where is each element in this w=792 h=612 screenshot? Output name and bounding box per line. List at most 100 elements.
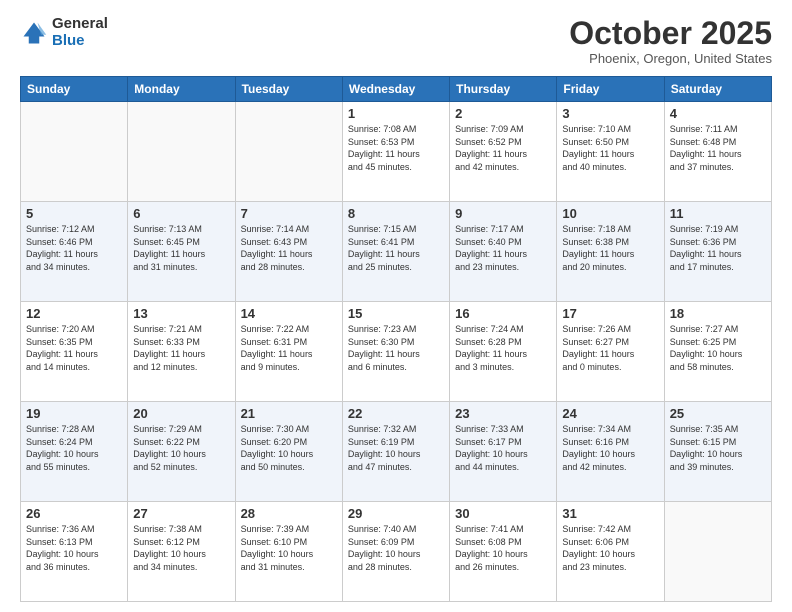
day-number: 9 (455, 206, 551, 221)
calendar-week-row: 26 Sunrise: 7:36 AM Sunset: 6:13 PM Dayli… (21, 502, 772, 602)
calendar-cell: 25 Sunrise: 7:35 AM Sunset: 6:15 PM Dayli… (664, 402, 771, 502)
calendar-cell: 12 Sunrise: 7:20 AM Sunset: 6:35 PM Dayli… (21, 302, 128, 402)
day-number: 24 (562, 406, 658, 421)
calendar-cell: 7Sunrise: 7:14 AM Sunset: 6:43 PM Daylig… (235, 202, 342, 302)
day-number: 19 (26, 406, 122, 421)
logo: General Blue (20, 16, 108, 49)
calendar-header-sunday: Sunday (21, 77, 128, 102)
day-info: Sunrise: 7:27 AM Sunset: 6:25 PM Dayligh… (670, 323, 766, 373)
calendar-cell: 24 Sunrise: 7:34 AM Sunset: 6:16 PM Dayli… (557, 402, 664, 502)
calendar-header-monday: Monday (128, 77, 235, 102)
day-number: 12 (26, 306, 122, 321)
day-number: 21 (241, 406, 337, 421)
day-info: Sunrise: 7:12 AM Sunset: 6:46 PM Dayligh… (26, 223, 122, 273)
calendar-cell: 28Sunrise: 7:39 AM Sunset: 6:10 PM Dayli… (235, 502, 342, 602)
day-info: Sunrise: 7:40 AM Sunset: 6:09 PM Dayligh… (348, 523, 444, 573)
day-info: Sunrise: 7:20 AM Sunset: 6:35 PM Dayligh… (26, 323, 122, 373)
calendar-cell: 10Sunrise: 7:18 AM Sunset: 6:38 PM Dayli… (557, 202, 664, 302)
title-block: October 2025 Phoenix, Oregon, United Sta… (569, 16, 772, 66)
day-number: 10 (562, 206, 658, 221)
day-info: Sunrise: 7:28 AM Sunset: 6:24 PM Dayligh… (26, 423, 122, 473)
calendar-cell: 2 Sunrise: 7:09 AM Sunset: 6:52 PM Daylig… (450, 102, 557, 202)
day-info: Sunrise: 7:22 AM Sunset: 6:31 PM Dayligh… (241, 323, 337, 373)
day-number: 6 (133, 206, 229, 221)
day-number: 23 (455, 406, 551, 421)
day-info: Sunrise: 7:36 AM Sunset: 6:13 PM Dayligh… (26, 523, 122, 573)
day-number: 27 (133, 506, 229, 521)
day-number: 29 (348, 506, 444, 521)
day-number: 20 (133, 406, 229, 421)
calendar-cell: 14 Sunrise: 7:22 AM Sunset: 6:31 PM Dayli… (235, 302, 342, 402)
day-number: 14 (241, 306, 337, 321)
calendar-cell (128, 102, 235, 202)
calendar-cell (235, 102, 342, 202)
month-title: October 2025 (569, 16, 772, 51)
calendar-week-row: 5 Sunrise: 7:12 AM Sunset: 6:46 PM Daylig… (21, 202, 772, 302)
day-info: Sunrise: 7:09 AM Sunset: 6:52 PM Dayligh… (455, 123, 551, 173)
calendar-cell: 31Sunrise: 7:42 AM Sunset: 6:06 PM Dayli… (557, 502, 664, 602)
calendar-cell: 30 Sunrise: 7:41 AM Sunset: 6:08 PM Dayli… (450, 502, 557, 602)
logo-text: General Blue (52, 16, 108, 49)
day-info: Sunrise: 7:08 AM Sunset: 6:53 PM Dayligh… (348, 123, 444, 173)
calendar-cell: 22Sunrise: 7:32 AM Sunset: 6:19 PM Dayli… (342, 402, 449, 502)
calendar-cell: 8 Sunrise: 7:15 AM Sunset: 6:41 PM Daylig… (342, 202, 449, 302)
calendar-cell: 23Sunrise: 7:33 AM Sunset: 6:17 PM Dayli… (450, 402, 557, 502)
day-number: 8 (348, 206, 444, 221)
calendar-cell: 16Sunrise: 7:24 AM Sunset: 6:28 PM Dayli… (450, 302, 557, 402)
day-number: 13 (133, 306, 229, 321)
day-number: 26 (26, 506, 122, 521)
day-info: Sunrise: 7:24 AM Sunset: 6:28 PM Dayligh… (455, 323, 551, 373)
calendar-cell: 29 Sunrise: 7:40 AM Sunset: 6:09 PM Dayli… (342, 502, 449, 602)
day-info: Sunrise: 7:15 AM Sunset: 6:41 PM Dayligh… (348, 223, 444, 273)
day-number: 18 (670, 306, 766, 321)
day-number: 2 (455, 106, 551, 121)
calendar-cell: 15Sunrise: 7:23 AM Sunset: 6:30 PM Dayli… (342, 302, 449, 402)
calendar-cell: 21Sunrise: 7:30 AM Sunset: 6:20 PM Dayli… (235, 402, 342, 502)
calendar-header-thursday: Thursday (450, 77, 557, 102)
day-info: Sunrise: 7:14 AM Sunset: 6:43 PM Dayligh… (241, 223, 337, 273)
day-info: Sunrise: 7:35 AM Sunset: 6:15 PM Dayligh… (670, 423, 766, 473)
day-info: Sunrise: 7:17 AM Sunset: 6:40 PM Dayligh… (455, 223, 551, 273)
calendar-cell: 26 Sunrise: 7:36 AM Sunset: 6:13 PM Dayli… (21, 502, 128, 602)
day-number: 11 (670, 206, 766, 221)
calendar-header-friday: Friday (557, 77, 664, 102)
calendar-week-row: 12 Sunrise: 7:20 AM Sunset: 6:35 PM Dayli… (21, 302, 772, 402)
header: General Blue October 2025 Phoenix, Orego… (20, 16, 772, 66)
calendar-cell: 5 Sunrise: 7:12 AM Sunset: 6:46 PM Daylig… (21, 202, 128, 302)
calendar-header-row: SundayMondayTuesdayWednesdayThursdayFrid… (21, 77, 772, 102)
day-number: 15 (348, 306, 444, 321)
calendar-cell: 4 Sunrise: 7:11 AM Sunset: 6:48 PM Daylig… (664, 102, 771, 202)
day-info: Sunrise: 7:10 AM Sunset: 6:50 PM Dayligh… (562, 123, 658, 173)
day-number: 5 (26, 206, 122, 221)
day-info: Sunrise: 7:11 AM Sunset: 6:48 PM Dayligh… (670, 123, 766, 173)
calendar-cell: 9 Sunrise: 7:17 AM Sunset: 6:40 PM Daylig… (450, 202, 557, 302)
day-number: 25 (670, 406, 766, 421)
calendar-cell: 20Sunrise: 7:29 AM Sunset: 6:22 PM Dayli… (128, 402, 235, 502)
calendar-cell: 1Sunrise: 7:08 AM Sunset: 6:53 PM Daylig… (342, 102, 449, 202)
day-number: 4 (670, 106, 766, 121)
calendar-week-row: 19 Sunrise: 7:28 AM Sunset: 6:24 PM Dayli… (21, 402, 772, 502)
day-number: 22 (348, 406, 444, 421)
day-info: Sunrise: 7:38 AM Sunset: 6:12 PM Dayligh… (133, 523, 229, 573)
day-number: 31 (562, 506, 658, 521)
calendar-week-row: 1Sunrise: 7:08 AM Sunset: 6:53 PM Daylig… (21, 102, 772, 202)
calendar-header-wednesday: Wednesday (342, 77, 449, 102)
calendar-cell: 17Sunrise: 7:26 AM Sunset: 6:27 PM Dayli… (557, 302, 664, 402)
calendar-cell: 6 Sunrise: 7:13 AM Sunset: 6:45 PM Daylig… (128, 202, 235, 302)
page: General Blue October 2025 Phoenix, Orego… (0, 0, 792, 612)
day-number: 28 (241, 506, 337, 521)
day-number: 17 (562, 306, 658, 321)
calendar-cell: 3Sunrise: 7:10 AM Sunset: 6:50 PM Daylig… (557, 102, 664, 202)
logo-icon (20, 19, 48, 47)
day-info: Sunrise: 7:19 AM Sunset: 6:36 PM Dayligh… (670, 223, 766, 273)
calendar-cell (664, 502, 771, 602)
day-info: Sunrise: 7:34 AM Sunset: 6:16 PM Dayligh… (562, 423, 658, 473)
day-info: Sunrise: 7:41 AM Sunset: 6:08 PM Dayligh… (455, 523, 551, 573)
day-info: Sunrise: 7:13 AM Sunset: 6:45 PM Dayligh… (133, 223, 229, 273)
day-number: 30 (455, 506, 551, 521)
calendar-cell: 19 Sunrise: 7:28 AM Sunset: 6:24 PM Dayli… (21, 402, 128, 502)
logo-general-text: General (52, 16, 108, 33)
logo-blue-text: Blue (52, 33, 108, 50)
calendar-cell (21, 102, 128, 202)
calendar-cell: 11 Sunrise: 7:19 AM Sunset: 6:36 PM Dayli… (664, 202, 771, 302)
